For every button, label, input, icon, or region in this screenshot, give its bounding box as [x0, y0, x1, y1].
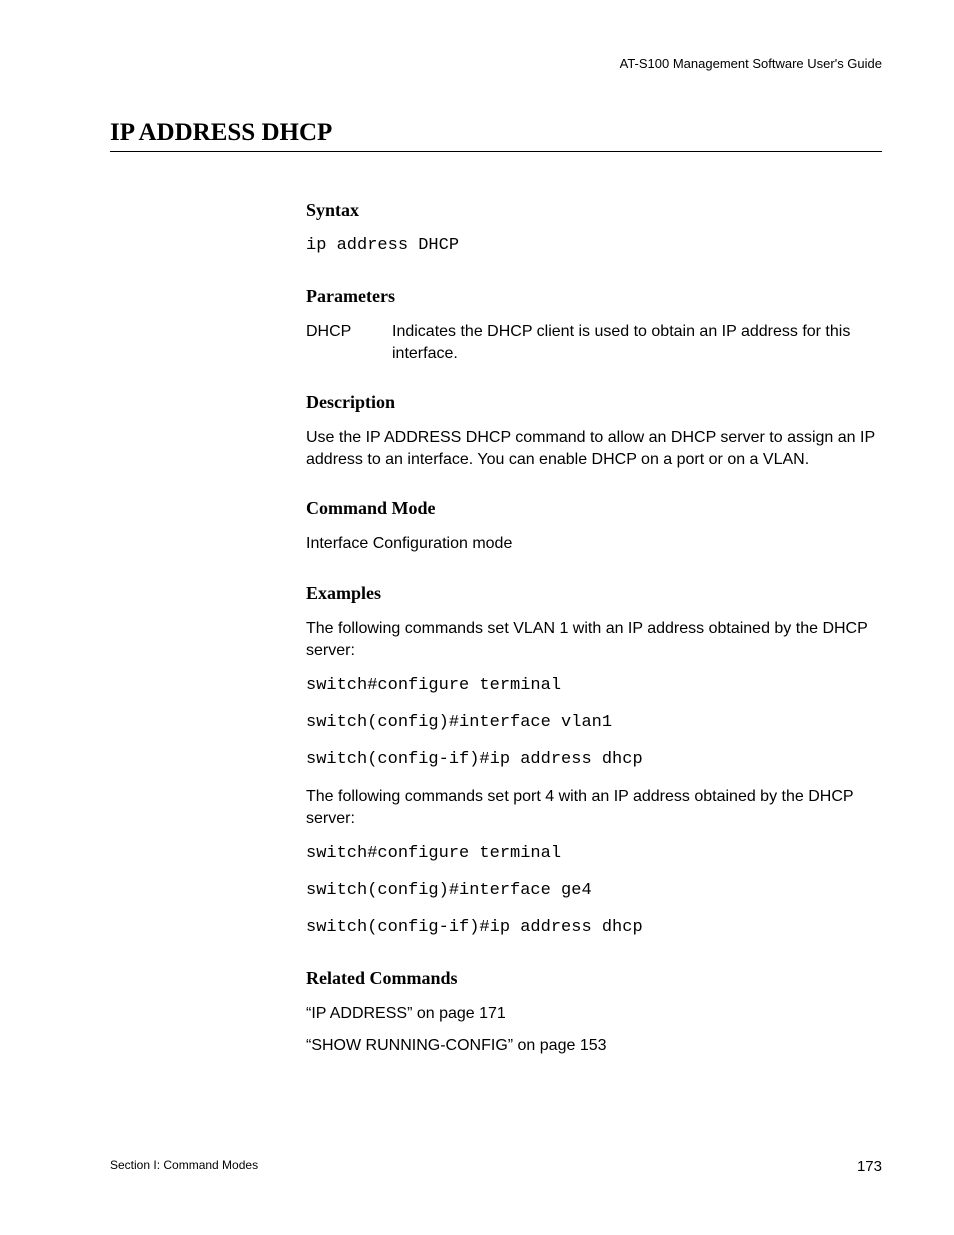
- syntax-code: ip address DHCP: [306, 235, 882, 258]
- example-code-2a: switch#configure terminal: [306, 843, 882, 866]
- description-text: Use the IP ADDRESS DHCP command to allow…: [306, 427, 882, 470]
- page-footer: Section I: Command Modes 173: [110, 1158, 882, 1175]
- examples-heading: Examples: [306, 583, 882, 604]
- example-code-2c: switch(config-if)#ip address dhcp: [306, 917, 882, 940]
- example-code-2b: switch(config)#interface ge4: [306, 880, 882, 903]
- running-header: AT-S100 Management Software User's Guide: [110, 56, 882, 71]
- parameter-definition: Indicates the DHCP client is used to obt…: [392, 321, 882, 364]
- example-code-1a: switch#configure terminal: [306, 675, 882, 698]
- related-commands-heading: Related Commands: [306, 968, 882, 989]
- examples-intro-1: The following commands set VLAN 1 with a…: [306, 618, 882, 661]
- parameter-row: DHCP Indicates the DHCP client is used t…: [306, 321, 882, 364]
- command-mode-text: Interface Configuration mode: [306, 533, 882, 555]
- example-code-1c: switch(config-if)#ip address dhcp: [306, 749, 882, 772]
- examples-intro-2: The following commands set port 4 with a…: [306, 786, 882, 829]
- related-command-link[interactable]: “SHOW RUNNING-CONFIG” on page 153: [306, 1035, 882, 1057]
- syntax-heading: Syntax: [306, 200, 882, 221]
- content-body: Syntax ip address DHCP Parameters DHCP I…: [306, 200, 882, 1056]
- page-number: 173: [857, 1158, 882, 1175]
- description-heading: Description: [306, 392, 882, 413]
- footer-section-label: Section I: Command Modes: [110, 1158, 258, 1175]
- page-title: IP ADDRESS DHCP: [110, 119, 882, 152]
- parameters-heading: Parameters: [306, 286, 882, 307]
- command-mode-heading: Command Mode: [306, 498, 882, 519]
- related-command-link[interactable]: “IP ADDRESS” on page 171: [306, 1003, 882, 1025]
- parameter-term: DHCP: [306, 321, 392, 364]
- example-code-1b: switch(config)#interface vlan1: [306, 712, 882, 735]
